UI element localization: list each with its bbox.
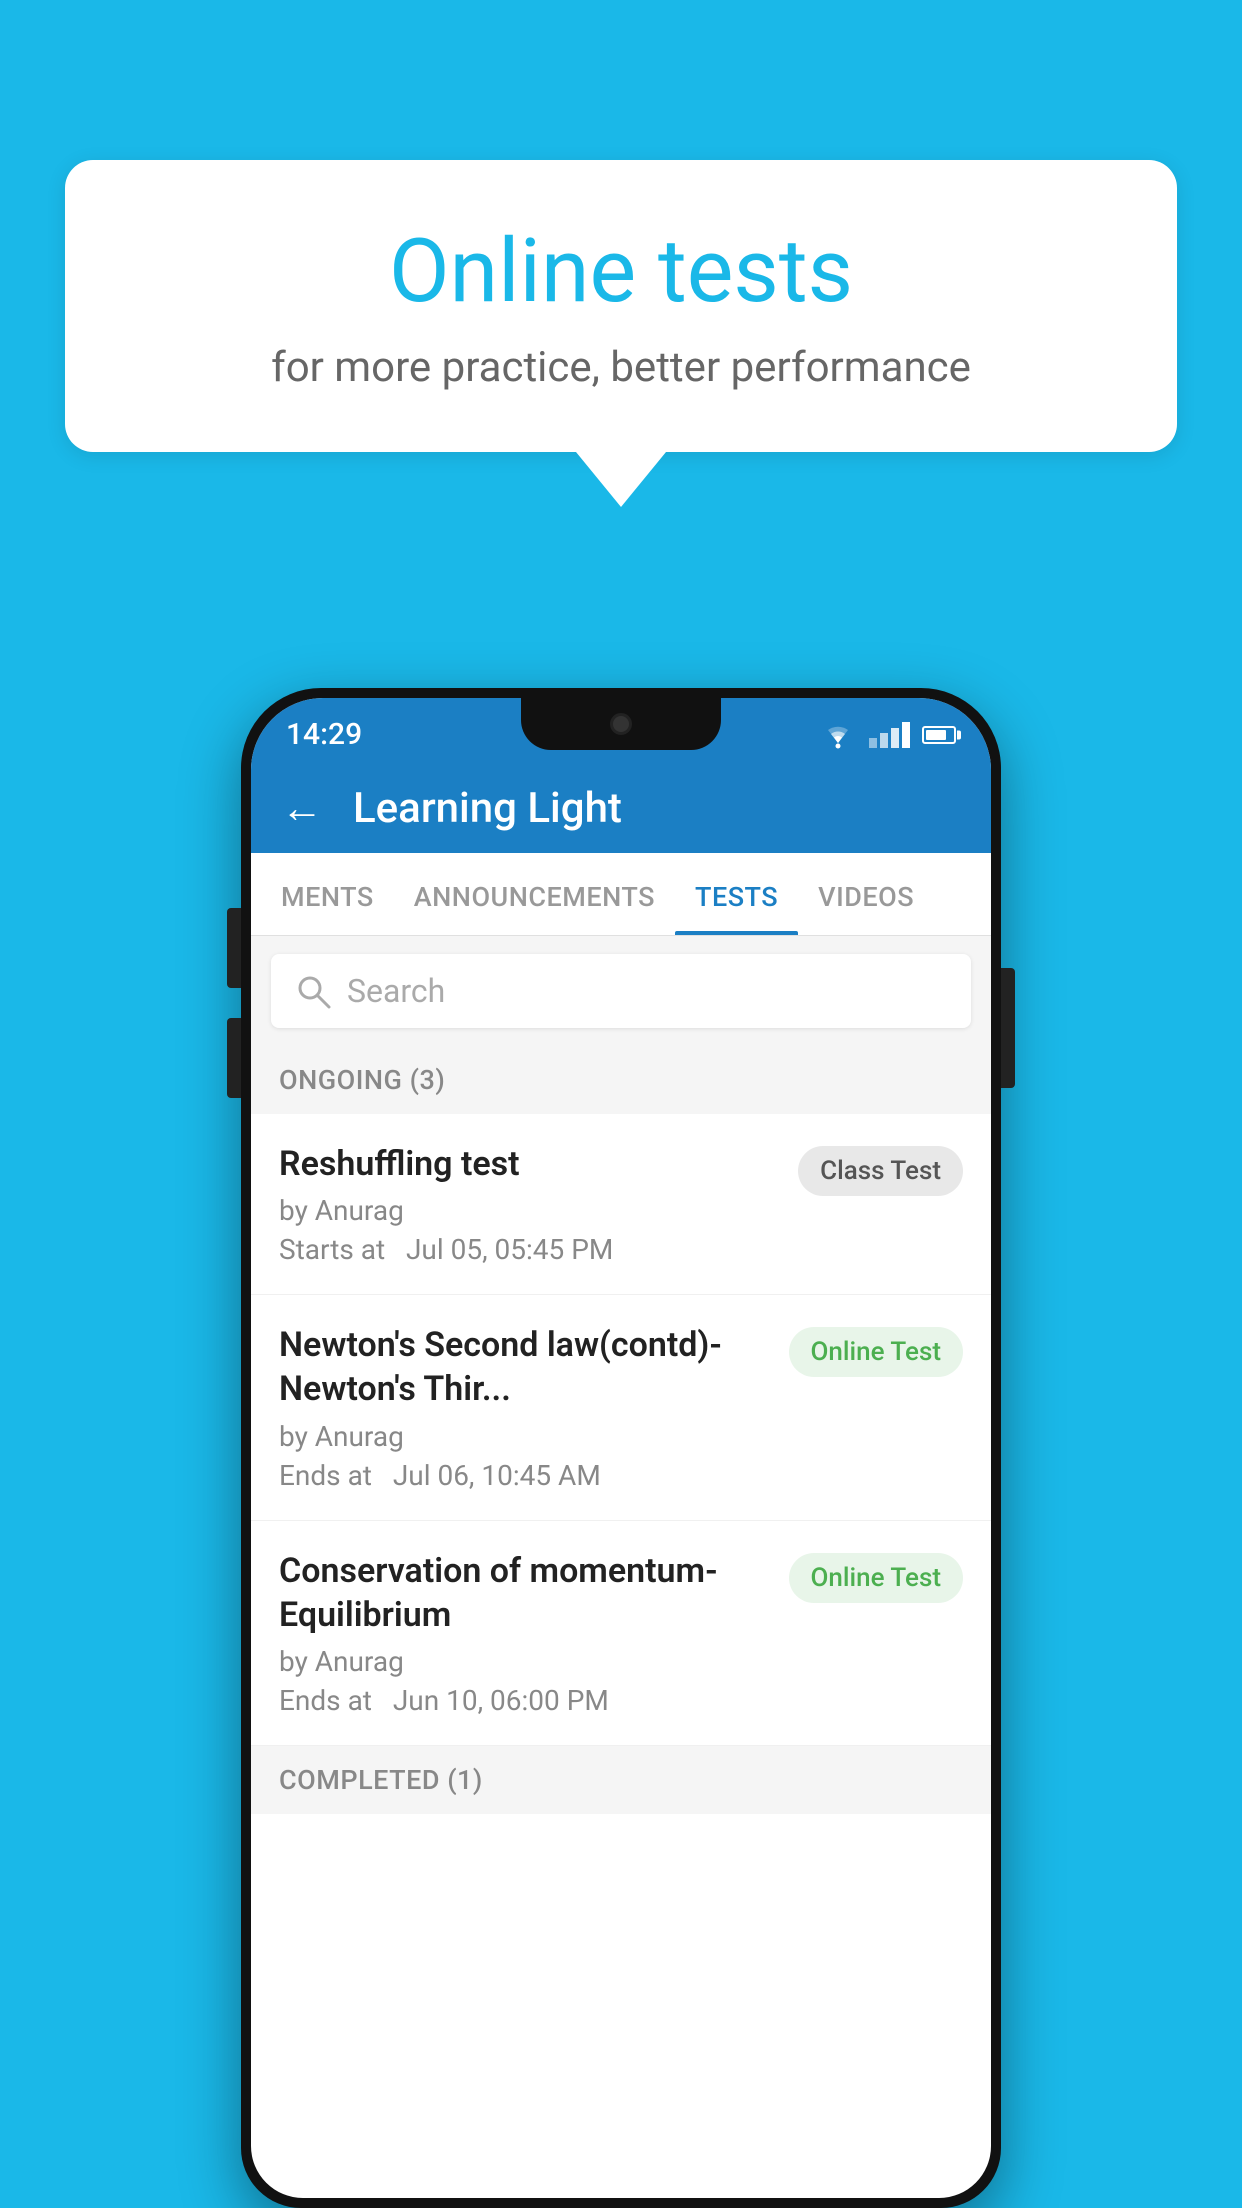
speech-bubble-arrow	[576, 452, 666, 507]
test-author-1: by Anurag	[279, 1194, 778, 1227]
phone-notch	[521, 698, 721, 750]
search-bar[interactable]: Search	[271, 954, 971, 1028]
battery-icon	[922, 726, 956, 744]
speech-bubble: Online tests for more practice, better p…	[65, 160, 1177, 452]
test-info-3: Conservation of momentum-Equilibrium by …	[279, 1549, 769, 1717]
ongoing-section-header: ONGOING (3)	[251, 1046, 991, 1114]
test-item-3[interactable]: Conservation of momentum-Equilibrium by …	[251, 1521, 991, 1746]
search-placeholder: Search	[347, 972, 445, 1010]
tab-tests[interactable]: TESTS	[675, 853, 798, 935]
ongoing-section-title: ONGOING (3)	[279, 1064, 445, 1096]
status-time: 14:29	[286, 717, 362, 752]
test-time-value-2: Jul 06, 10:45 AM	[393, 1459, 601, 1492]
test-time-2: Ends at Jul 06, 10:45 AM	[279, 1459, 769, 1492]
tab-ments[interactable]: MENTS	[261, 853, 394, 935]
search-container: Search	[251, 936, 991, 1046]
tab-announcements[interactable]: ANNOUNCEMENTS	[394, 853, 675, 935]
search-icon	[295, 973, 331, 1009]
signal-icon	[869, 722, 910, 748]
speech-bubble-title: Online tests	[145, 220, 1097, 323]
completed-section-title: COMPLETED (1)	[279, 1764, 483, 1796]
speech-bubble-container: Online tests for more practice, better p…	[65, 160, 1177, 507]
test-name-3: Conservation of momentum-Equilibrium	[279, 1549, 769, 1637]
test-item-2[interactable]: Newton's Second law(contd)-Newton's Thir…	[251, 1295, 991, 1520]
wifi-icon	[819, 721, 857, 749]
app-title: Learning Light	[353, 784, 622, 833]
tab-videos[interactable]: VIDEOS	[798, 853, 934, 935]
app-header: ← Learning Light	[251, 763, 991, 853]
test-badge-3: Online Test	[789, 1553, 964, 1603]
back-button[interactable]: ←	[281, 784, 323, 833]
phone-screen: 14:29	[251, 698, 991, 2198]
volume-up-button[interactable]	[227, 1018, 241, 1098]
test-badge-2: Online Test	[789, 1327, 964, 1377]
test-name-2: Newton's Second law(contd)-Newton's Thir…	[279, 1323, 769, 1411]
test-time-3: Ends at Jun 10, 06:00 PM	[279, 1684, 769, 1717]
test-time-value-1: Jul 05, 05:45 PM	[406, 1233, 613, 1266]
test-time-label-2: Ends at	[279, 1459, 372, 1492]
test-author-2: by Anurag	[279, 1420, 769, 1453]
test-time-label-1: Starts at	[279, 1233, 385, 1266]
test-list: Reshuffling test by Anurag Starts at Jul…	[251, 1114, 991, 1746]
power-button[interactable]	[1001, 968, 1015, 1088]
test-author-3: by Anurag	[279, 1645, 769, 1678]
test-info-2: Newton's Second law(contd)-Newton's Thir…	[279, 1323, 769, 1491]
test-info-1: Reshuffling test by Anurag Starts at Jul…	[279, 1142, 778, 1266]
test-item-1[interactable]: Reshuffling test by Anurag Starts at Jul…	[251, 1114, 991, 1295]
completed-section-header: COMPLETED (1)	[251, 1746, 991, 1814]
test-badge-1: Class Test	[798, 1146, 963, 1196]
speech-bubble-subtitle: for more practice, better performance	[145, 343, 1097, 392]
tabs-container: MENTS ANNOUNCEMENTS TESTS VIDEOS	[251, 853, 991, 936]
status-icons	[819, 721, 956, 749]
phone-frame: 14:29	[241, 688, 1001, 2208]
test-time-1: Starts at Jul 05, 05:45 PM	[279, 1233, 778, 1266]
test-time-value-3: Jun 10, 06:00 PM	[393, 1684, 609, 1717]
test-name-1: Reshuffling test	[279, 1142, 778, 1186]
front-camera	[610, 713, 632, 735]
volume-down-button[interactable]	[227, 908, 241, 988]
test-time-label-3: Ends at	[279, 1684, 372, 1717]
